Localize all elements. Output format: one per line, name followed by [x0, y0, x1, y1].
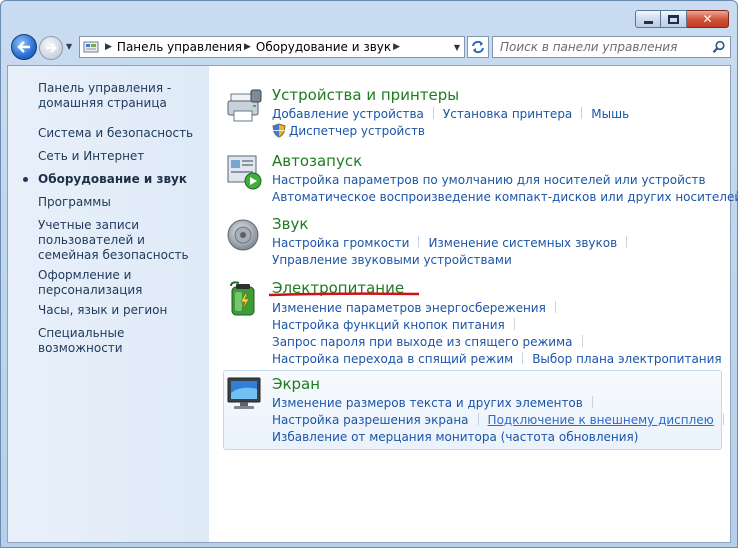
category-title-sound[interactable]: Звук	[272, 215, 308, 233]
link-external-display[interactable]: Подключение к внешнему дисплею	[488, 413, 714, 427]
control-panel-folder-icon	[83, 40, 99, 54]
link-sleep-settings[interactable]: Настройка перехода в спящий режим	[272, 352, 513, 366]
category-title-autoplay[interactable]: Автозапуск	[272, 152, 362, 170]
main-content: Устройства и принтеры Добавление устройс…	[209, 66, 738, 542]
sidebar-item-system-security[interactable]: Система и безопасность	[38, 126, 203, 141]
link-device-manager[interactable]: Диспетчер устройств	[289, 124, 425, 138]
sidebar-item-user-accounts[interactable]: Учетные записи пользователей и семейная …	[38, 218, 203, 263]
monitor-icon[interactable]	[225, 375, 265, 415]
minimize-icon[interactable]	[635, 10, 661, 28]
navigation-bar: ▼ ▶ Панель управления ▶ Оборудование и з…	[9, 33, 731, 61]
link-wakeup-password[interactable]: Запрос пароля при выходе из спящего режи…	[272, 335, 573, 349]
maximize-icon[interactable]	[661, 10, 687, 28]
printer-icon[interactable]	[225, 86, 265, 126]
refresh-button[interactable]	[467, 36, 489, 58]
link-autoplay-defaults[interactable]: Настройка параметров по умолчанию для но…	[272, 173, 706, 187]
close-icon[interactable]: ✕	[687, 10, 729, 28]
link-autoplay-cd[interactable]: Автоматическое воспроизведение компакт-д…	[272, 190, 738, 204]
breadcrumb-arrow-icon: ▶	[105, 42, 112, 52]
refresh-icon	[472, 40, 484, 54]
window-controls: ✕	[635, 10, 729, 28]
back-arrow-icon[interactable]	[11, 34, 37, 60]
battery-icon[interactable]	[225, 279, 265, 319]
sidebar: Панель управления - домашняя страница Си…	[8, 66, 209, 542]
control-panel-window: ✕ ▼ ▶ Панель управления ▶ Оборудование и…	[0, 0, 738, 548]
recent-pages-chevron-icon[interactable]: ▼	[66, 42, 75, 51]
sidebar-item-hardware-sound[interactable]: Оборудование и звук	[38, 172, 203, 187]
sidebar-item-home[interactable]: Панель управления - домашняя страница	[38, 81, 203, 111]
category-title-display[interactable]: Экран	[272, 375, 320, 393]
link-screen-resolution[interactable]: Настройка разрешения экрана	[272, 413, 469, 427]
link-power-settings[interactable]: Изменение параметров энергосбережения	[272, 301, 546, 315]
sidebar-item-network[interactable]: Сеть и Интернет	[38, 149, 203, 164]
search-input[interactable]: Поиск в панели управления	[492, 36, 731, 58]
sidebar-item-appearance[interactable]: Оформление и персонализация	[38, 268, 203, 298]
client-area: Панель управления - домашняя страница Си…	[7, 65, 738, 543]
breadcrumb-control-panel[interactable]: Панель управления	[117, 40, 242, 54]
breadcrumb-arrow-icon[interactable]: ▶	[244, 42, 251, 52]
link-text-size[interactable]: Изменение размеров текста и других элеме…	[272, 396, 583, 410]
forward-arrow-icon[interactable]	[39, 36, 63, 60]
link-power-plan[interactable]: Выбор плана электропитания	[532, 352, 721, 366]
sidebar-item-programs[interactable]: Программы	[38, 195, 203, 210]
breadcrumb-hardware-sound[interactable]: Оборудование и звук	[256, 40, 391, 54]
search-placeholder: Поиск в панели управления	[500, 40, 678, 54]
highlight-underline	[268, 292, 420, 297]
speaker-icon[interactable]	[225, 215, 265, 255]
address-dropdown-icon[interactable]: ▼	[454, 43, 460, 52]
sidebar-item-clock-language[interactable]: Часы, язык и регион	[38, 303, 203, 318]
link-system-sounds[interactable]: Изменение системных звуков	[428, 236, 617, 250]
sidebar-item-accessibility[interactable]: Специальные возможности	[38, 326, 203, 356]
autoplay-icon[interactable]	[225, 152, 265, 192]
category-title-devices[interactable]: Устройства и принтеры	[272, 86, 459, 104]
breadcrumb-arrow-icon[interactable]: ▶	[393, 42, 400, 52]
search-icon[interactable]	[712, 40, 726, 57]
link-add-device[interactable]: Добавление устройства	[272, 107, 424, 121]
link-power-buttons[interactable]: Настройка функций кнопок питания	[272, 318, 505, 332]
link-audio-devices[interactable]: Управление звуковыми устройствами	[272, 253, 512, 267]
address-bar[interactable]: ▶ Панель управления ▶ Оборудование и зву…	[79, 36, 465, 58]
active-item-bullet-icon	[23, 177, 28, 182]
uac-shield-icon	[272, 123, 286, 138]
link-refresh-rate[interactable]: Избавление от мерцания монитора (частота…	[272, 430, 638, 444]
link-volume[interactable]: Настройка громкости	[272, 236, 409, 250]
link-mouse[interactable]: Мышь	[591, 107, 629, 121]
link-add-printer[interactable]: Установка принтера	[443, 107, 572, 121]
